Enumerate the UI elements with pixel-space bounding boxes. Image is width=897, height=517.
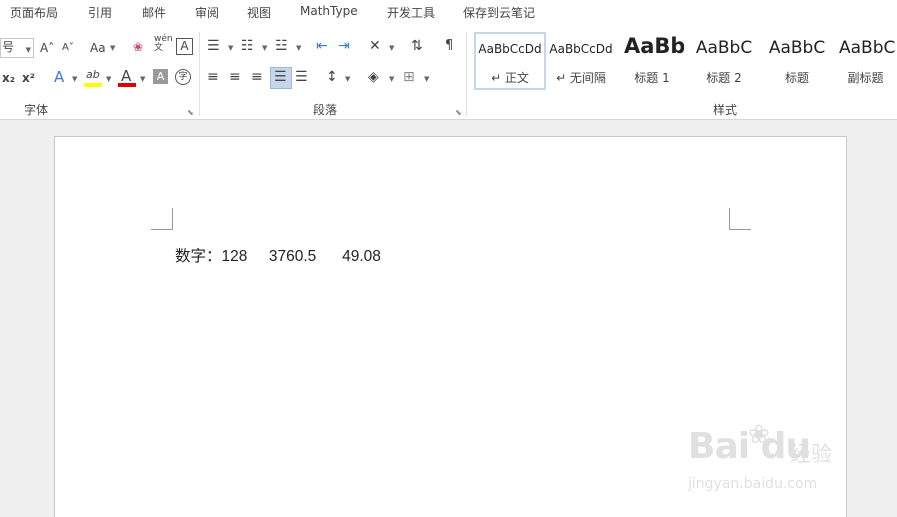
style-name: 标题 2 (706, 71, 742, 85)
subscript-button[interactable]: x₂ (2, 70, 15, 86)
text-effects-icon[interactable]: A (54, 69, 64, 85)
line-spacing-icon[interactable]: ↕ (326, 69, 338, 85)
decrease-indent-icon[interactable]: ⇤ (316, 38, 328, 54)
borders-icon[interactable]: ⊞ (403, 69, 415, 85)
styles-group-label: 样式 (713, 103, 738, 117)
phonetic-guide-icon[interactable]: wén 文 (154, 35, 173, 53)
group-divider (466, 32, 467, 116)
ribbon-tabs: 页面布局 引用 邮件 审阅 视图 MathType 开发工具 保存到云笔记 (0, 0, 897, 26)
highlight-icon[interactable]: ab (86, 67, 100, 83)
crop-mark-top-left (151, 208, 173, 230)
superscript-button[interactable]: x² (22, 70, 35, 86)
show-formatting-marks-icon[interactable]: ¶ (445, 38, 453, 54)
watermark-url: jingyan.baidu.com (688, 476, 818, 492)
baidu-watermark: ❀ Bai du 经验 jingyan.baidu.com (688, 420, 858, 500)
char-shading-icon[interactable]: A (153, 69, 168, 84)
change-case-button[interactable]: Aa (90, 40, 106, 56)
style-preview: AaBbCcDd (549, 42, 613, 56)
multilevel-list-icon[interactable]: ☳ (275, 38, 288, 54)
chevron-down-icon[interactable]: ▼ (389, 75, 394, 83)
chevron-down-icon[interactable]: ▼ (424, 75, 429, 83)
style-name: ↵ 正文 (491, 71, 529, 85)
style-preview: AaBbCcDd (478, 42, 542, 56)
font-size-box[interactable]: 号 ▼ (0, 38, 34, 58)
crop-mark-top-right (729, 208, 751, 230)
style-heading-2[interactable]: AaBbC 标题 2 (688, 32, 760, 90)
tab-page-layout[interactable]: 页面布局 (10, 4, 58, 21)
styles-gallery: AaBbCcDd ↵ 正文 AaBbCcDd ↵ 无间隔 AaBb 标题 1 A… (472, 32, 897, 92)
tab-mailings[interactable]: 邮件 (142, 4, 166, 21)
style-name: ↵ 无间隔 (556, 71, 606, 85)
dialog-launcher-icon[interactable]: ⬊ (455, 108, 462, 117)
style-subtitle[interactable]: AaBbC 副标题 (834, 32, 897, 90)
sort-icon[interactable]: ⇅ (411, 38, 423, 54)
tab-mathtype[interactable]: MathType (300, 4, 358, 18)
tab-view[interactable]: 视图 (247, 4, 271, 21)
chevron-down-icon[interactable]: ▼ (262, 44, 267, 52)
chevron-down-icon[interactable]: ▼ (72, 75, 77, 83)
chevron-down-icon[interactable]: ▼ (140, 75, 145, 83)
char-border-icon[interactable]: A (176, 38, 193, 55)
clear-format-icon[interactable]: ❀ (133, 39, 143, 55)
style-name: 副标题 (847, 71, 884, 85)
font-group-label: 字体 (24, 103, 49, 117)
style-preview: AaBbC (695, 38, 753, 58)
chevron-down-icon: ▼ (25, 46, 31, 54)
tab-save-to-cloud-note[interactable]: 保存到云笔记 (463, 4, 535, 21)
dialog-launcher-icon[interactable]: ⬊ (187, 108, 194, 117)
shading-icon[interactable]: ◈ (368, 69, 379, 85)
increase-indent-icon[interactable]: ⇥ (338, 38, 350, 54)
tab-review[interactable]: 审阅 (195, 4, 219, 21)
chevron-down-icon[interactable]: ▼ (228, 44, 233, 52)
align-left-icon[interactable]: ≡ (207, 69, 219, 85)
numbering-icon[interactable]: ☷ (241, 38, 254, 54)
bullets-icon[interactable]: ☰ (207, 38, 220, 54)
ribbon: 号 ▼ A˄ A˅ Aa ▼ ❀ wén 文 A x₂ x² A ▼ ab ▼ … (0, 26, 897, 120)
chevron-down-icon[interactable]: ▼ (110, 44, 115, 52)
style-no-spacing[interactable]: AaBbCcDd ↵ 无间隔 (546, 32, 616, 90)
chevron-down-icon[interactable]: ▼ (345, 75, 350, 83)
tab-references[interactable]: 引用 (88, 4, 112, 21)
style-preview: AaBbC (839, 38, 896, 58)
group-divider (199, 32, 200, 116)
enclose-characters-icon[interactable]: 字 (175, 69, 191, 85)
style-name: 标题 (784, 71, 809, 85)
style-title[interactable]: AaBbC 标题 (762, 32, 832, 90)
align-right-icon[interactable]: ≡ (251, 69, 263, 85)
font-color-icon[interactable]: A (121, 68, 131, 84)
align-center-icon[interactable]: ≡ (229, 69, 241, 85)
style-heading-1[interactable]: AaBb 标题 1 (620, 32, 684, 90)
justify-button[interactable]: ☰ (270, 67, 292, 89)
distributed-icon[interactable]: ☰ (295, 69, 308, 85)
justify-icon: ☰ (274, 69, 287, 85)
document-text[interactable]: 数字：128 3760.5 49.08 (175, 244, 381, 266)
paragraph-group-label: 段落 (313, 103, 338, 117)
style-preview: AaBbC (768, 38, 826, 58)
chevron-down-icon[interactable]: ▼ (389, 44, 394, 52)
font-size-value: 号 (2, 40, 15, 54)
chinese-layout-icon[interactable]: ✕ (369, 38, 381, 54)
highlight-color-swatch (84, 83, 102, 87)
grow-font-button[interactable]: A˄ (40, 40, 54, 56)
style-name: 标题 1 (634, 71, 670, 85)
shrink-font-button[interactable]: A˅ (62, 40, 74, 56)
style-normal[interactable]: AaBbCcDd ↵ 正文 (474, 32, 546, 90)
style-preview: AaBb (624, 34, 684, 58)
chevron-down-icon[interactable]: ▼ (106, 75, 111, 83)
tab-developer[interactable]: 开发工具 (387, 4, 435, 21)
chevron-down-icon[interactable]: ▼ (296, 44, 301, 52)
font-color-swatch (118, 83, 136, 87)
watermark-cn: 经验 (790, 442, 832, 466)
